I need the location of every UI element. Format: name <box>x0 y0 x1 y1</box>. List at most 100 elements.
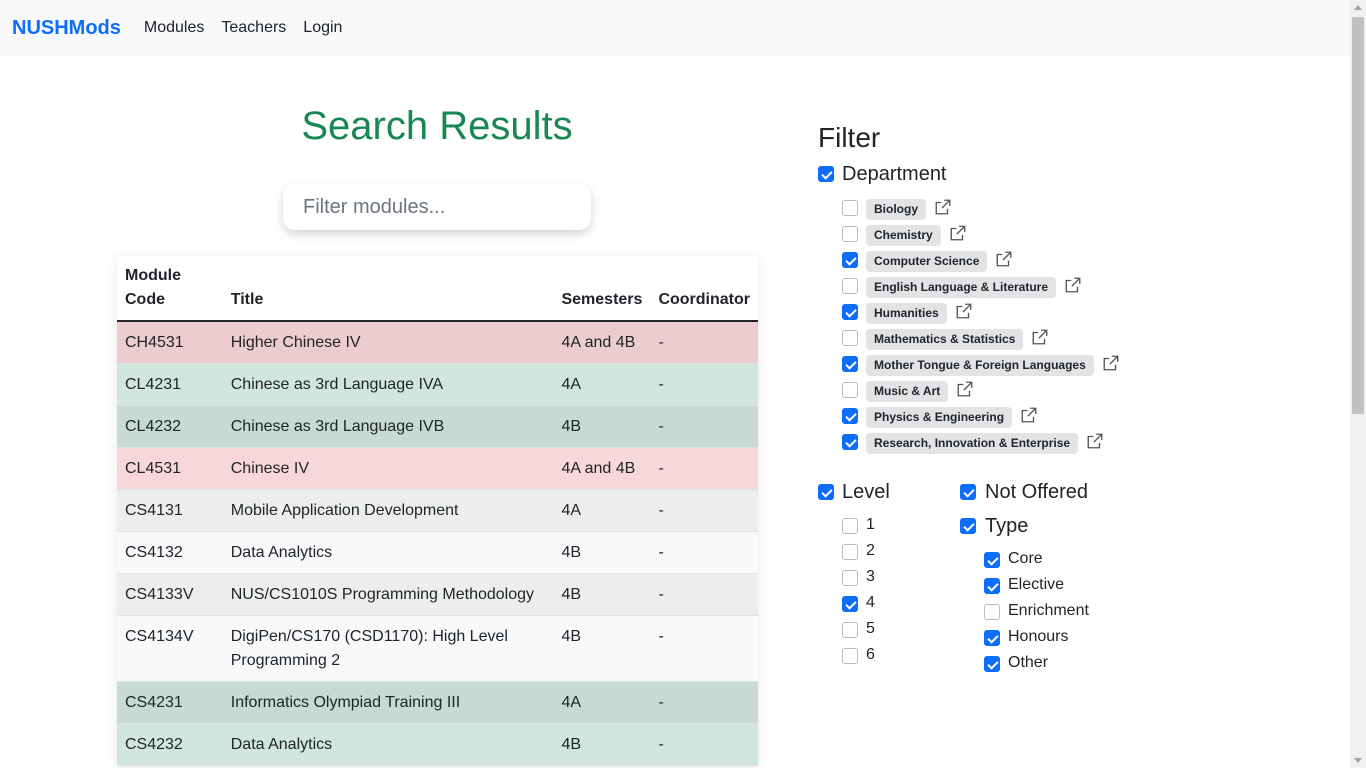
department-checkbox-biology[interactable] <box>842 200 858 216</box>
level-checkbox-5[interactable] <box>842 622 858 638</box>
department-label: Department <box>842 163 947 185</box>
module-title-cell: Chinese IV <box>222 447 554 490</box>
type-checkbox-core[interactable] <box>984 552 1000 568</box>
table-row[interactable]: CH4531 Higher Chinese IV 4A and 4B - <box>117 321 758 364</box>
external-link-icon[interactable] <box>1031 328 1049 346</box>
module-title-cell: Data Analytics <box>222 723 554 766</box>
module-title-cell: Higher Chinese IV <box>222 321 554 364</box>
department-checkbox-english-language-and-literature[interactable] <box>842 278 858 294</box>
department-badge-mother-tongue-and-foreign-languages: Mother Tongue & Foreign Languages <box>866 355 1094 376</box>
department-checkbox-music-and-art[interactable] <box>842 382 858 398</box>
type-checkbox[interactable] <box>960 518 976 534</box>
brand-link[interactable]: NUSHMods <box>12 17 121 40</box>
table-row[interactable]: CS4132 Data Analytics 4B - <box>117 531 758 574</box>
type-option-label: Core <box>1008 550 1043 567</box>
department-checkbox-mother-tongue-and-foreign-languages[interactable] <box>842 356 858 372</box>
scroll-down-icon[interactable] <box>1354 758 1362 763</box>
department-checkbox-humanities[interactable] <box>842 304 858 320</box>
level-option-label: 5 <box>866 620 875 637</box>
table-row[interactable]: CL4531 Chinese IV 4A and 4B - <box>117 447 758 490</box>
not-offered-label: Not Offered <box>985 481 1089 503</box>
external-link-icon[interactable] <box>1102 354 1120 372</box>
table-row[interactable]: CS4231 Informatics Olympiad Training III 4… <box>117 681 758 724</box>
semesters-cell: 4A <box>553 489 651 532</box>
nav-link-login[interactable]: Login <box>303 19 342 37</box>
semesters-cell: 4B <box>553 573 651 616</box>
department-badge-research-innovation-and-enterprise: Research, Innovation & Enterprise <box>866 433 1079 454</box>
external-link-icon[interactable] <box>995 250 1013 268</box>
semesters-cell: 4A <box>553 681 651 724</box>
department-checkbox-research-innovation-and-enterprise[interactable] <box>842 434 858 450</box>
department-badge-physics-and-engineering: Physics & Engineering <box>866 407 1013 428</box>
nav-link-teachers[interactable]: Teachers <box>221 19 286 37</box>
level-checkbox-3[interactable] <box>842 570 858 586</box>
type-label: Type <box>985 515 1029 537</box>
module-code-cell: CL4231 <box>117 363 223 406</box>
navbar: NUSHMods Modules Teachers Login <box>0 0 1350 56</box>
level-checkbox-4[interactable] <box>842 596 858 612</box>
coordinator-cell: - <box>650 405 758 448</box>
level-checkbox-1[interactable] <box>842 518 858 534</box>
external-link-icon[interactable] <box>1086 432 1104 450</box>
level-checkbox-6[interactable] <box>842 648 858 664</box>
coordinator-cell: - <box>650 321 758 364</box>
table-row[interactable]: CL4231 Chinese as 3rd Language IVA 4A - <box>117 363 758 406</box>
module-code-cell: CS4132 <box>117 531 223 574</box>
department-badge-humanities: Humanities <box>866 303 947 324</box>
table-row[interactable]: CS4131 Mobile Application Development 4A - <box>117 489 758 532</box>
external-link-icon[interactable] <box>934 198 952 216</box>
modules-table: Module Code Title Semesters Coordinator … <box>117 256 758 766</box>
department-checkbox-computer-science[interactable] <box>842 252 858 268</box>
coordinator-cell: - <box>650 363 758 406</box>
module-code-cell: CS4134V <box>117 615 223 682</box>
external-link-icon[interactable] <box>956 380 974 398</box>
semesters-cell: 4A and 4B <box>553 321 651 364</box>
department-badge-music-and-art: Music & Art <box>866 381 949 402</box>
external-link-icon[interactable] <box>1064 276 1082 294</box>
external-link-icon[interactable] <box>1020 406 1038 424</box>
department-badge-chemistry: Chemistry <box>866 225 941 246</box>
table-row[interactable]: CL4232 Chinese as 3rd Language IVB 4B - <box>117 405 758 448</box>
module-title-cell: Informatics Olympiad Training III <box>222 681 554 724</box>
level-checkbox-2[interactable] <box>842 544 858 560</box>
level-checkbox[interactable] <box>818 484 834 500</box>
module-title-cell: Chinese as 3rd Language IVB <box>222 405 554 448</box>
scrollbar-thumb[interactable] <box>1352 17 1364 414</box>
module-title-cell: NUS/CS1010S Programming Methodology <box>222 573 554 616</box>
department-badge-english-language-and-literature: English Language & Literature <box>866 277 1057 298</box>
level-label: Level <box>842 481 890 503</box>
semesters-cell: 4A <box>553 363 651 406</box>
semesters-cell: 4A and 4B <box>553 447 651 490</box>
department-checkbox-mathematics-and-statistics[interactable] <box>842 330 858 346</box>
level-option-label: 1 <box>866 516 875 533</box>
level-option-label: 3 <box>866 568 875 585</box>
scroll-up-icon[interactable] <box>1354 5 1362 10</box>
module-code-cell: CS4232 <box>117 723 223 766</box>
type-option-label: Elective <box>1008 576 1065 593</box>
department-checkbox-physics-and-engineering[interactable] <box>842 408 858 424</box>
coordinator-cell: - <box>650 681 758 724</box>
table-row[interactable]: CS4133V NUS/CS1010S Programming Methodolo… <box>117 573 758 616</box>
table-row[interactable]: CS4232 Data Analytics 4B - <box>117 723 758 766</box>
search-input[interactable] <box>283 184 591 230</box>
module-code-cell: CL4531 <box>117 447 223 490</box>
type-checkbox-other[interactable] <box>984 656 1000 672</box>
page-scrollbar[interactable] <box>1350 0 1366 768</box>
external-link-icon[interactable] <box>955 302 973 320</box>
column-header-title: Title <box>222 256 554 322</box>
type-checkbox-honours[interactable] <box>984 630 1000 646</box>
nav-link-modules[interactable]: Modules <box>144 19 204 37</box>
external-link-icon[interactable] <box>949 224 967 242</box>
type-checkbox-elective[interactable] <box>984 578 1000 594</box>
department-badge-biology: Biology <box>866 199 926 220</box>
not-offered-checkbox[interactable] <box>960 484 976 500</box>
type-checkbox-enrichment[interactable] <box>984 604 1000 620</box>
coordinator-cell: - <box>650 447 758 490</box>
column-header-code: Module Code <box>117 256 223 322</box>
department-checkbox[interactable] <box>818 166 834 182</box>
department-badge-mathematics-and-statistics: Mathematics & Statistics <box>866 329 1024 350</box>
semesters-cell: 4B <box>553 405 651 448</box>
semesters-cell: 4B <box>553 615 651 682</box>
department-checkbox-chemistry[interactable] <box>842 226 858 242</box>
table-row[interactable]: CS4134V DigiPen/CS170 (CSD1170): High Lev… <box>117 615 758 682</box>
